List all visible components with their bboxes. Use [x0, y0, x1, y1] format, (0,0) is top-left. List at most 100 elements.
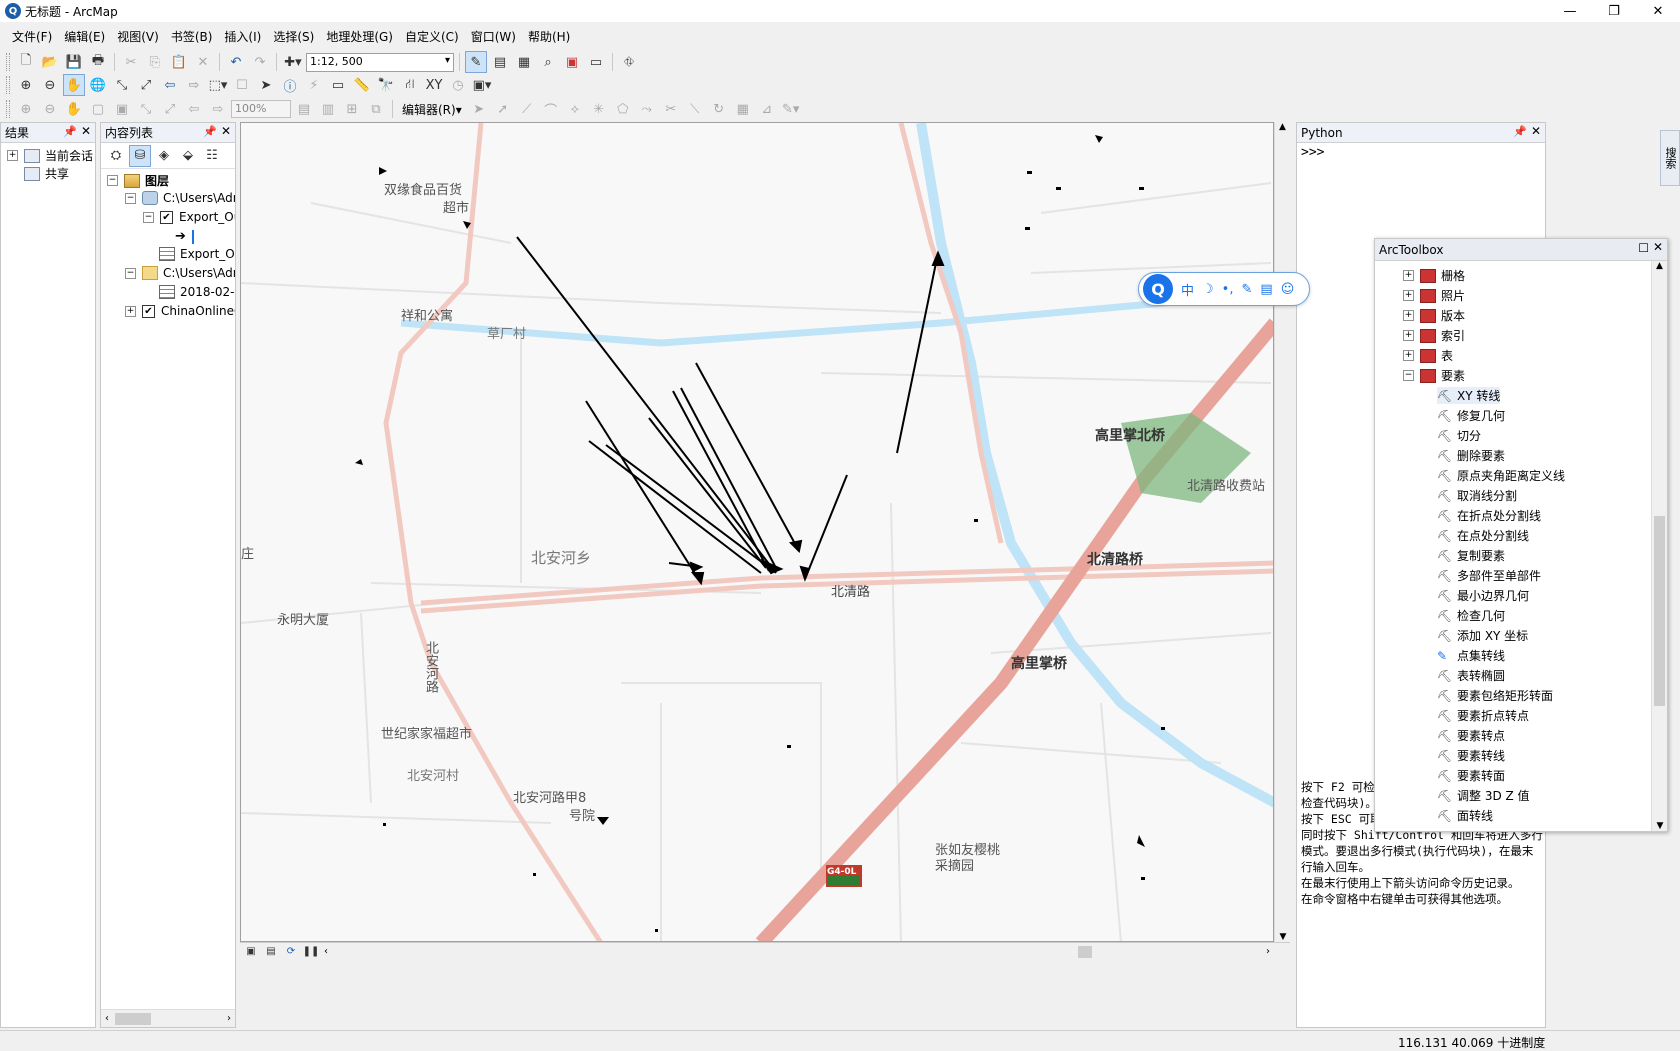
edit-annotation-icon[interactable]: ➚ [492, 98, 514, 120]
clipboard-icon[interactable]: ▤ [1260, 282, 1272, 297]
pan-icon[interactable]: ✋ [63, 74, 85, 96]
map-vscrollbar[interactable]: ▲ ▼ [1274, 122, 1290, 942]
zoom-in-icon[interactable]: ⊕ [15, 74, 37, 96]
search-window-icon[interactable]: ⌕ [537, 51, 559, 73]
tree-item-basemap[interactable]: + ✔ ChinaOnlineC [125, 304, 235, 318]
tool-check-geometry[interactable]: ⛏ 检查几何 [1437, 607, 1505, 624]
tree-item-folder-path[interactable]: − C:\Users\Adm [125, 266, 235, 280]
toolbar-grip[interactable] [6, 53, 10, 71]
toolbar-grip[interactable] [6, 76, 10, 94]
cut-icon[interactable]: ✂ [120, 51, 142, 73]
focus-data-frame-icon[interactable]: ▥ [317, 98, 339, 120]
layout-view-icon[interactable]: ▤ [264, 945, 278, 959]
map-canvas[interactable]: 双缘食品百货 超市 祥和公寓 草厂村 北安河乡 北清路 永明大厦 北安河路 世纪… [240, 122, 1274, 942]
tool-vertices-to-points[interactable]: ⛏ 要素折点转点 [1437, 707, 1529, 724]
tool-feature-to-polygon[interactable]: ⛏ 要素转面 [1437, 767, 1505, 784]
expand-icon[interactable]: + [1403, 350, 1414, 361]
edit-tool-icon[interactable]: ➤ [468, 98, 490, 120]
menu-customize[interactable]: 自定义(C) [399, 28, 465, 45]
menu-file[interactable]: 文件(F) [6, 28, 58, 45]
pin-icon[interactable]: 📌 [1513, 125, 1527, 138]
collapse-icon[interactable]: − [1403, 370, 1414, 381]
tree-item-current-session[interactable]: + 当前会话 [7, 147, 93, 164]
tool-xy-to-line[interactable]: ⛏ XY 转线 [1437, 387, 1501, 404]
tool-adjust-3d-z[interactable]: ⛏ 调整 3D Z 值 [1437, 787, 1530, 804]
layout-back-icon[interactable]: ⇦ [183, 98, 205, 120]
tool-feature-to-line[interactable]: ⛏ 要素转线 [1437, 747, 1505, 764]
back-extent-icon[interactable]: ⇦ [159, 74, 181, 96]
rotate-icon[interactable]: ↻ [708, 98, 730, 120]
zoom-out-icon[interactable]: ⊖ [39, 74, 61, 96]
fixed-zoom-out-icon[interactable]: ⤢ [135, 74, 157, 96]
forward-extent-icon[interactable]: ⇨ [183, 74, 205, 96]
straight-segment-icon[interactable]: ⟋ [516, 98, 538, 120]
undo-icon[interactable]: ↶ [225, 51, 247, 73]
split-icon[interactable]: ⟍ [684, 98, 706, 120]
wrench-icon[interactable]: ✎ [1241, 282, 1252, 297]
full-extent-icon[interactable]: 🌐 [87, 74, 109, 96]
select-features-icon[interactable]: ⬚▾ [207, 74, 229, 96]
expand-icon[interactable]: + [125, 305, 136, 317]
tree-item-export-table[interactable]: Export_Ou [159, 247, 235, 261]
add-data-icon[interactable]: ✚▾ [282, 51, 304, 73]
close-window-button[interactable]: ✕ [1636, 0, 1680, 22]
chinese-mode-icon[interactable]: 中 [1181, 280, 1194, 299]
tool-feature-to-point[interactable]: ⛏ 要素转点 [1437, 727, 1505, 744]
toolbox-item-indexes[interactable]: + 索引 [1403, 327, 1465, 344]
layout-forward-icon[interactable]: ⇨ [207, 98, 229, 120]
close-icon[interactable]: ✕ [81, 124, 91, 138]
moon-icon[interactable]: ☽ [1202, 282, 1214, 297]
scroll-thumb[interactable] [115, 1012, 151, 1025]
menu-edit[interactable]: 编辑(E) [58, 28, 111, 45]
map-scale-select[interactable]: 1:12, 500 [306, 52, 454, 72]
layer-symbol[interactable]: ➔ [175, 229, 194, 244]
end-point-arc-icon[interactable]: ⌒ [540, 98, 562, 120]
layer-visibility-checkbox[interactable]: ✔ [160, 210, 173, 224]
trace-icon[interactable]: ⟡ [564, 98, 586, 120]
toc-options-icon[interactable]: ☷ [201, 145, 223, 167]
tree-item-gdb-path[interactable]: − C:\Users\Adm [125, 191, 235, 205]
change-layout-icon[interactable]: ⊞ [341, 98, 363, 120]
tree-item-csv-table[interactable]: 2018-02-2 [159, 285, 235, 299]
tree-item-export-layer[interactable]: − ✔ Export_Ou [143, 210, 235, 224]
cut-polygons-icon[interactable]: ✂ [660, 98, 682, 120]
python-window-icon[interactable]: ▭ [585, 51, 607, 73]
layer-visibility-checkbox[interactable]: ✔ [142, 304, 155, 318]
measure-icon[interactable]: 📏 [351, 74, 373, 96]
toolbox-item-raster[interactable]: + 栅格 [1403, 267, 1465, 284]
scroll-up-icon[interactable]: ▲ [1275, 122, 1290, 132]
scroll-thumb[interactable] [1654, 516, 1665, 706]
pin-icon[interactable]: 📌 [63, 125, 77, 138]
data-view-icon[interactable]: ▣ [244, 945, 258, 959]
maximize-icon[interactable]: ☐ [1638, 241, 1649, 255]
toolbox-item-versions[interactable]: + 版本 [1403, 307, 1465, 324]
close-icon[interactable]: ✕ [1653, 240, 1663, 254]
collapse-icon[interactable]: − [143, 211, 154, 223]
input-method-bar[interactable]: Q 中 ☽ •, ✎ ▤ ☺ [1138, 272, 1310, 306]
layout-pan-icon[interactable]: ✋ [63, 98, 85, 120]
expand-icon[interactable]: + [1403, 310, 1414, 321]
expand-icon[interactable]: + [1403, 330, 1414, 341]
tool-copy-features[interactable]: ⛏ 复制要素 [1437, 547, 1505, 564]
layout-zoom-out-icon[interactable]: ⊖ [39, 98, 61, 120]
menu-view[interactable]: 视图(V) [111, 28, 165, 45]
time-slider-icon[interactable]: ◷ [447, 74, 469, 96]
collapse-icon[interactable]: − [125, 267, 136, 279]
toolbar-grip[interactable] [6, 100, 10, 118]
scroll-left-icon[interactable]: ‹ [101, 1013, 113, 1024]
tool-envelope-to-polygon[interactable]: ⛏ 要素包络矩形转面 [1437, 687, 1553, 704]
pause-drawing-icon[interactable]: ❚❚ [303, 945, 320, 959]
identify-icon[interactable]: ⓘ [279, 74, 301, 96]
clear-selection-icon[interactable]: ☐ [231, 74, 253, 96]
tool-points-to-line[interactable]: ✎ 点集转线 [1437, 647, 1505, 664]
edit-vertices-icon[interactable]: ⬠ [612, 98, 634, 120]
menu-windows[interactable]: 窗口(W) [465, 28, 522, 45]
toc-hscrollbar[interactable]: ‹ › [101, 1009, 235, 1027]
tool-minimum-bounding-geometry[interactable]: ⛏ 最小边界几何 [1437, 587, 1529, 604]
tool-add-xy-coordinates[interactable]: ⛏ 添加 XY 坐标 [1437, 627, 1528, 644]
toolbox-vscrollbar[interactable]: ▲ ▼ [1651, 261, 1667, 831]
expand-icon[interactable]: + [7, 150, 18, 161]
tool-delete-features[interactable]: ⛏ 删除要素 [1437, 447, 1505, 464]
scroll-down-icon[interactable]: ▼ [1652, 821, 1668, 831]
tool-unsplit-line[interactable]: ⛏ 取消线分割 [1437, 487, 1517, 504]
